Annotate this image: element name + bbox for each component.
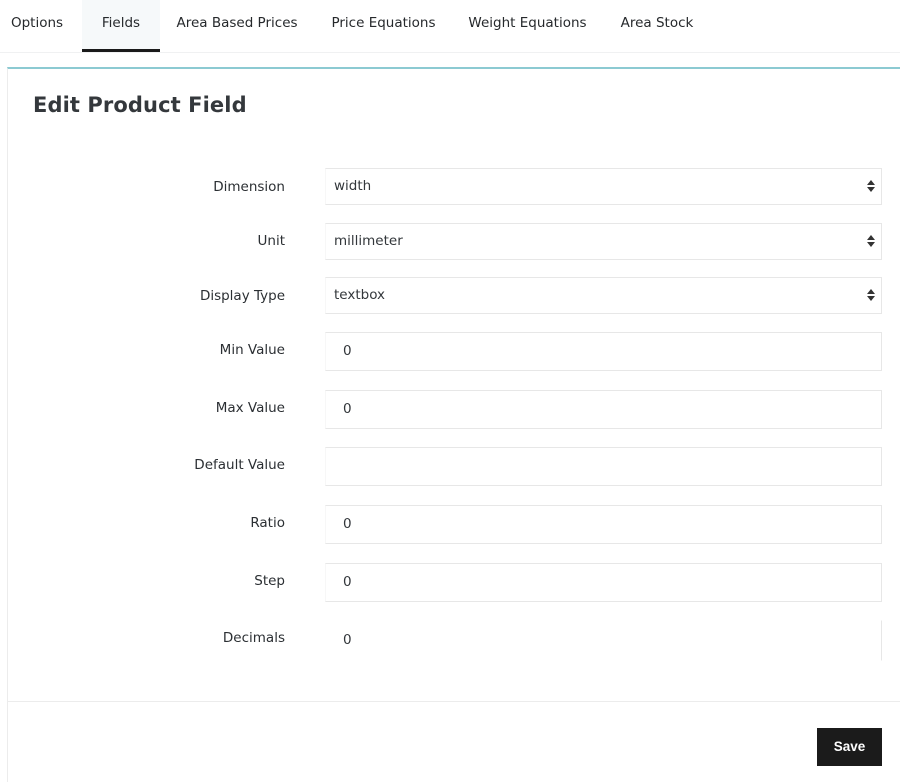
sort-caret-icon: [867, 180, 875, 193]
min-value-label: Min Value: [219, 342, 285, 358]
tab-weight-equations[interactable]: Weight Equations: [463, 0, 592, 52]
sort-caret-icon: [867, 235, 875, 248]
dimension-label: Dimension: [213, 179, 285, 195]
step-input[interactable]: 0: [325, 563, 882, 602]
default-value-label: Default Value: [194, 457, 285, 473]
unit-select[interactable]: millimeter: [325, 223, 882, 260]
sort-caret-icon: [867, 289, 875, 302]
tab-fields[interactable]: Fields: [82, 0, 160, 52]
edit-product-field-panel: Edit Product Field Dimension width Unit …: [7, 67, 900, 782]
ratio-label: Ratio: [250, 515, 285, 531]
max-value-label: Max Value: [215, 400, 285, 416]
tab-area-based-prices[interactable]: Area Based Prices: [170, 0, 304, 52]
decimals-label: Decimals: [222, 630, 285, 646]
unit-label: Unit: [257, 233, 285, 249]
tab-area-stock[interactable]: Area Stock: [614, 0, 700, 52]
save-button[interactable]: Save: [817, 728, 882, 766]
page-title: Edit Product Field: [33, 93, 247, 117]
display-type-select[interactable]: textbox: [325, 277, 882, 314]
display-type-label: Display Type: [199, 288, 285, 304]
tab-price-equations[interactable]: Price Equations: [325, 0, 442, 52]
max-value-input[interactable]: 0: [325, 390, 882, 429]
dimension-value: width: [334, 178, 372, 194]
default-value-input[interactable]: [325, 447, 882, 486]
ratio-input[interactable]: 0: [325, 505, 882, 544]
tab-bar: Options Fields Area Based Prices Price E…: [0, 0, 900, 53]
footer-divider: [8, 701, 900, 702]
unit-value: millimeter: [334, 233, 403, 249]
decimals-input[interactable]: 0: [325, 620, 882, 661]
display-type-value: textbox: [334, 287, 386, 303]
tab-options[interactable]: Options: [0, 0, 74, 52]
dimension-select[interactable]: width: [325, 168, 882, 205]
min-value-input[interactable]: 0: [325, 332, 882, 371]
step-label: Step: [254, 573, 285, 589]
